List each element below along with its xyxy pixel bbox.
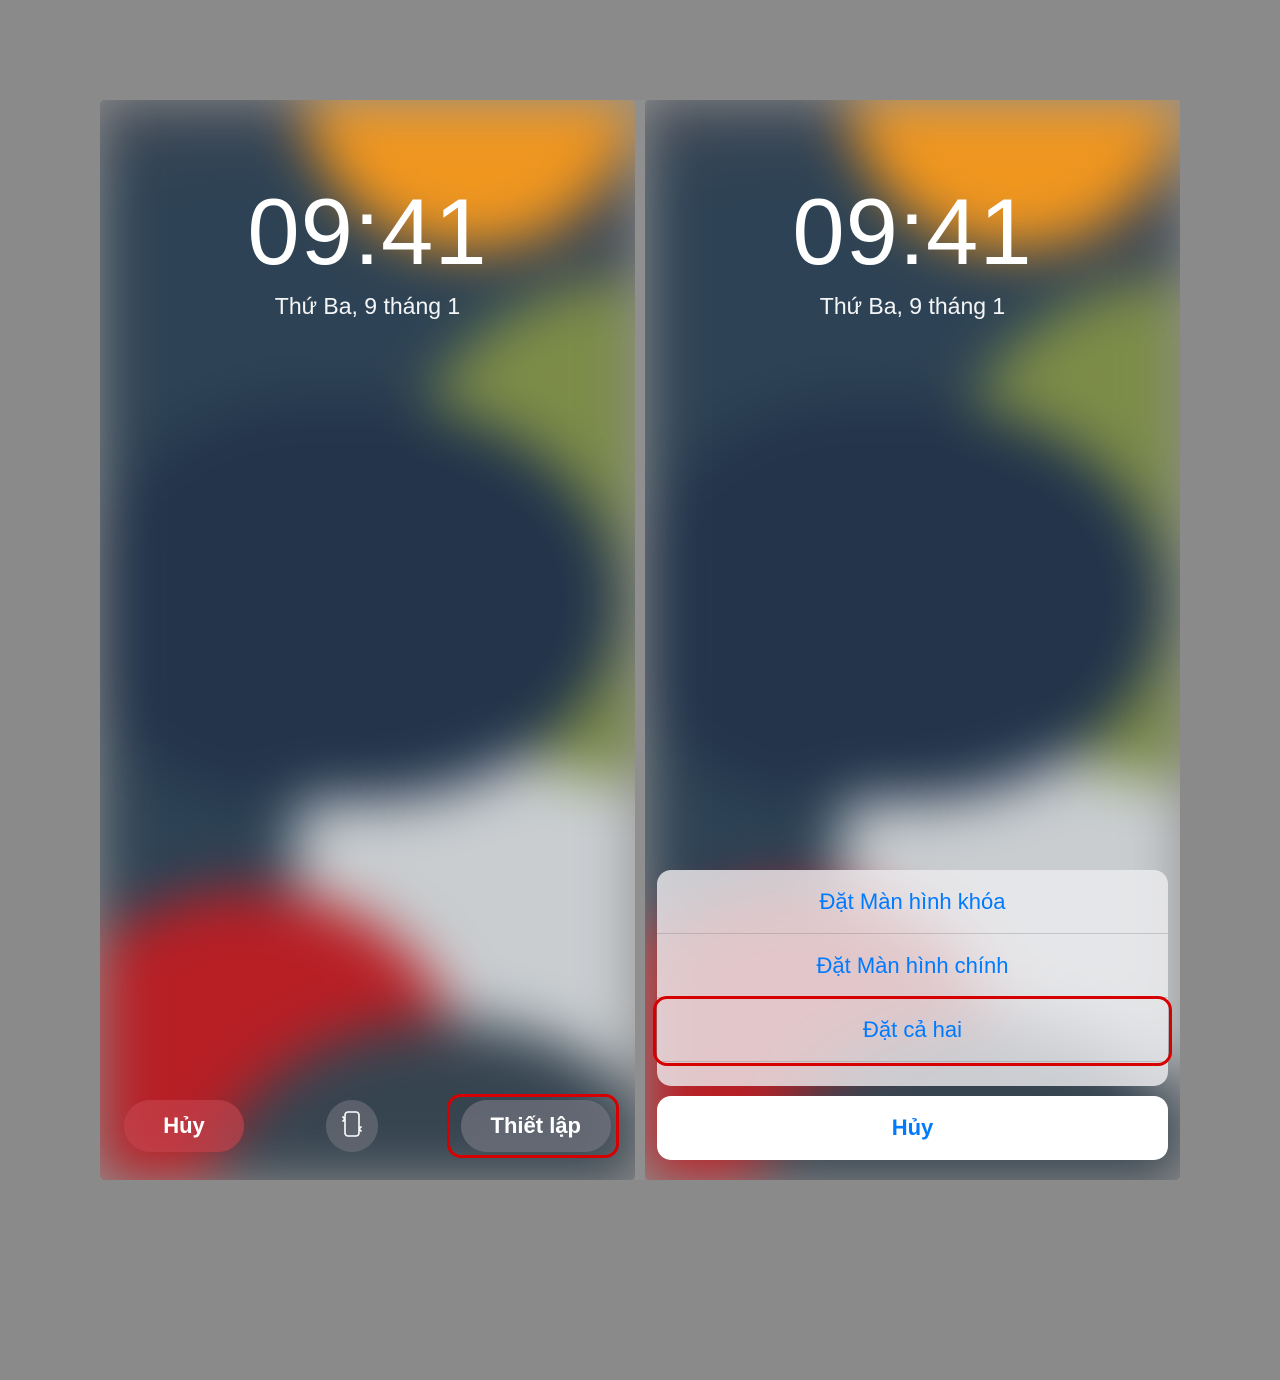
bottom-toolbar: Hủy Thiết lập (100, 1100, 635, 1152)
set-lock-screen-button[interactable]: Đặt Màn hình khóa (657, 870, 1168, 934)
perspective-zoom-button[interactable] (326, 1100, 378, 1152)
setup-button[interactable]: Thiết lập (461, 1100, 611, 1152)
wallpaper-preview-screen-right: 09:41 Thứ Ba, 9 tháng 1 Đặt Màn hình khó… (645, 100, 1180, 1180)
clock-date: Thứ Ba, 9 tháng 1 (100, 293, 635, 320)
set-both-button[interactable]: Đặt cả hai (657, 998, 1168, 1062)
clock-date: Thứ Ba, 9 tháng 1 (645, 293, 1180, 320)
clock-time: 09:41 (645, 185, 1180, 279)
set-home-screen-button[interactable]: Đặt Màn hình chính (657, 934, 1168, 998)
action-sheet: Đặt Màn hình khóa Đặt Màn hình chính Đặt… (657, 870, 1168, 1160)
lockscreen-clock: 09:41 Thứ Ba, 9 tháng 1 (645, 185, 1180, 320)
action-sheet-cancel-button[interactable]: Hủy (657, 1096, 1168, 1160)
clock-time: 09:41 (100, 185, 635, 279)
lockscreen-clock: 09:41 Thứ Ba, 9 tháng 1 (100, 185, 635, 320)
wallpaper-preview-screen-left: 09:41 Thứ Ba, 9 tháng 1 Hủy Thiết lập (100, 100, 635, 1180)
perspective-zoom-label (657, 1062, 1168, 1086)
cancel-button[interactable]: Hủy (124, 1100, 244, 1152)
phone-rotate-icon (342, 1110, 362, 1143)
